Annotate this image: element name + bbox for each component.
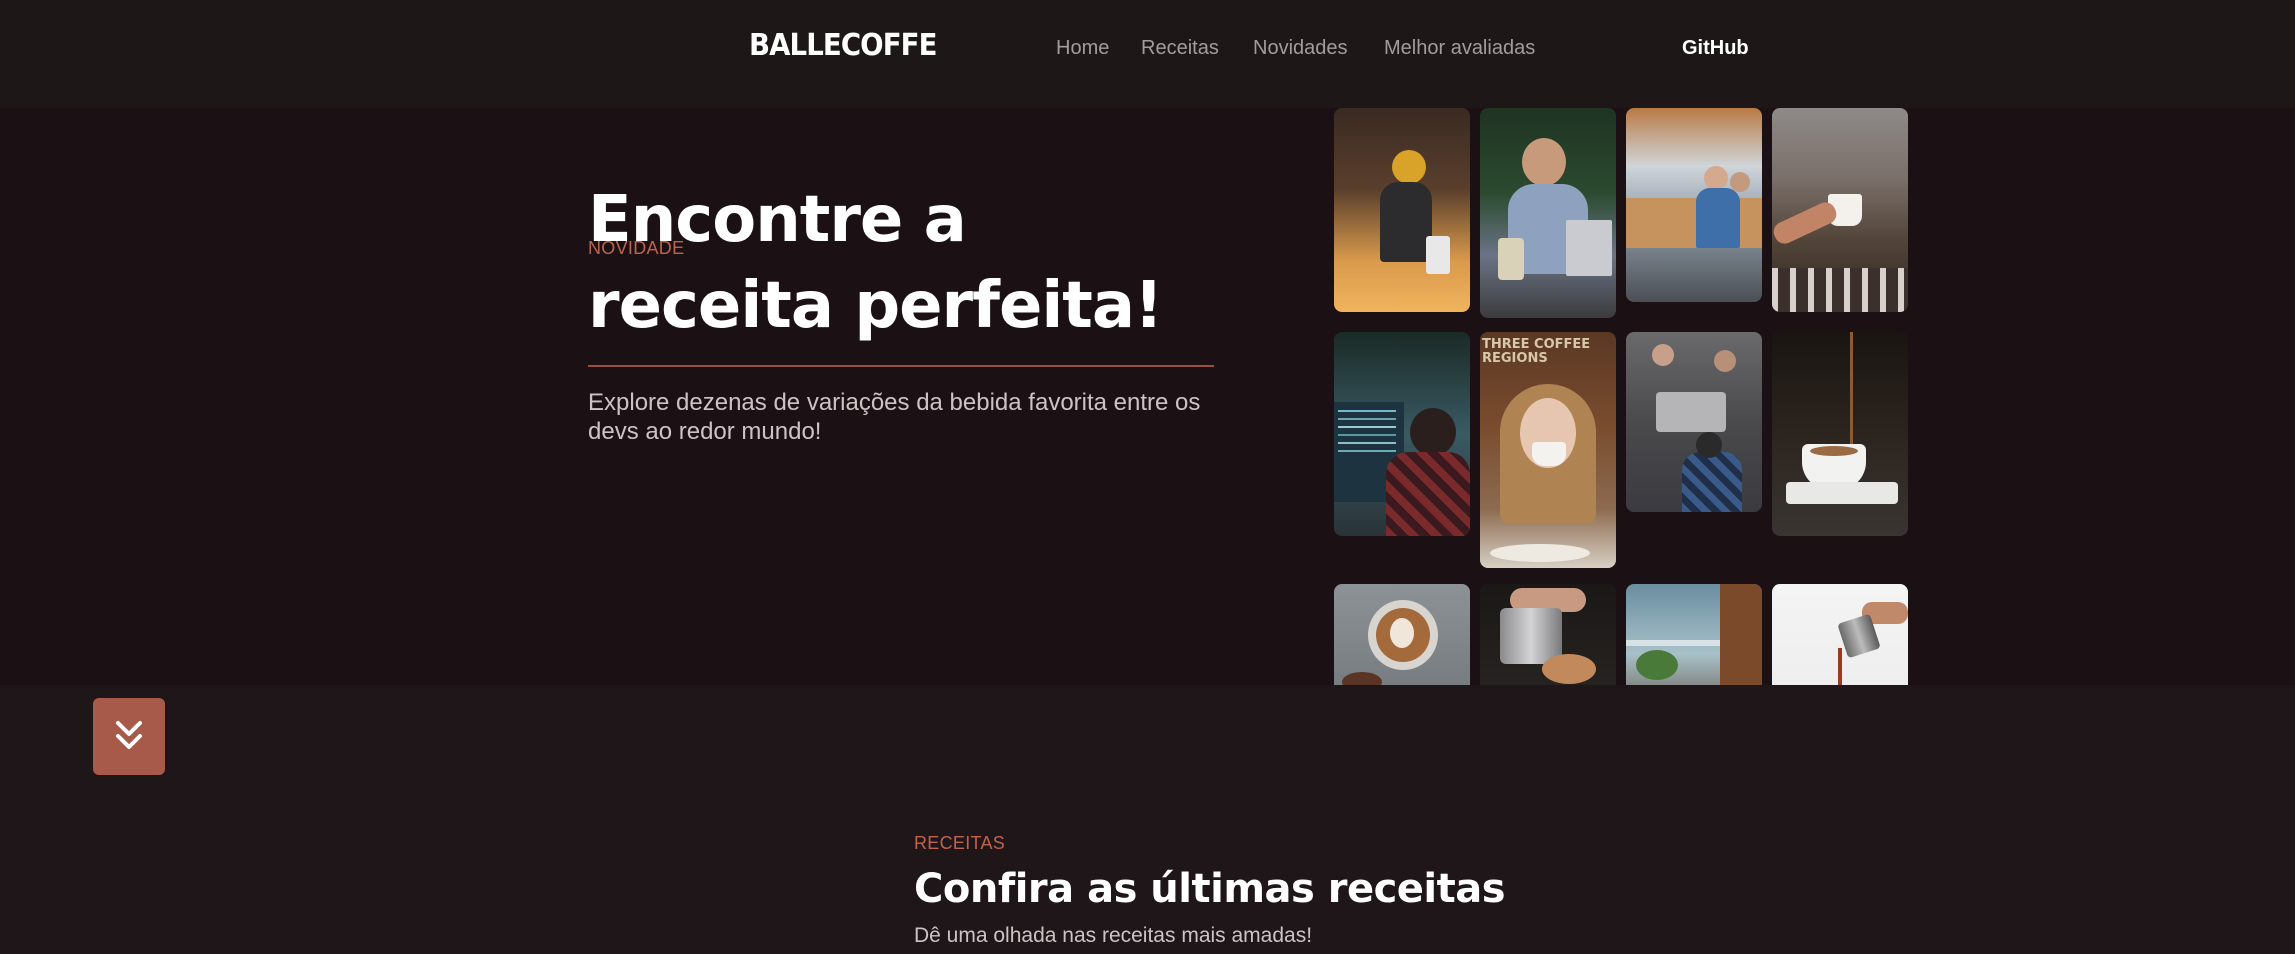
photo-barista-woman [1334,108,1470,312]
recipes-title: Confira as últimas receitas [914,866,1506,912]
photo-milk-pitcher [1480,584,1616,685]
site-header: BALLECOFFE Home Receitas Novidades Melho… [0,0,2295,108]
nav-home[interactable]: Home [1056,37,1109,60]
photo-hand-mug [1772,108,1908,312]
photo-dev-coding [1334,332,1470,536]
photo-pouring-cup [1772,332,1908,536]
photo-man-laptop [1480,108,1616,318]
recipes-eyebrow: RECEITAS [914,833,1006,853]
site-logo[interactable]: BALLECOFFE [749,28,937,63]
photo-baristas-working [1626,332,1762,512]
recipes-section [0,685,2295,954]
double-chevron-down-icon [116,721,142,749]
recipes-description: Dê uma olhada nas receitas mais amadas! [914,924,1313,947]
photo-pouring-coffee [1772,584,1908,685]
photo-latte-art [1334,584,1470,685]
nav-novidades[interactable]: Novidades [1253,37,1348,60]
nav-melhor-avaliadas[interactable]: Melhor avaliadas [1384,37,1535,60]
photo-window-plants [1626,584,1762,685]
photo-gallery: THREE COFFEE REGIONS [0,108,2295,685]
github-link[interactable]: GitHub [1682,37,1749,60]
page: BALLECOFFE Home Receitas Novidades Melho… [0,0,2295,954]
photo-office-people [1626,108,1762,302]
photo-woman-drinking: THREE COFFEE REGIONS [1480,332,1616,568]
scroll-down-button[interactable] [93,698,165,775]
nav-receitas[interactable]: Receitas [1141,37,1219,60]
